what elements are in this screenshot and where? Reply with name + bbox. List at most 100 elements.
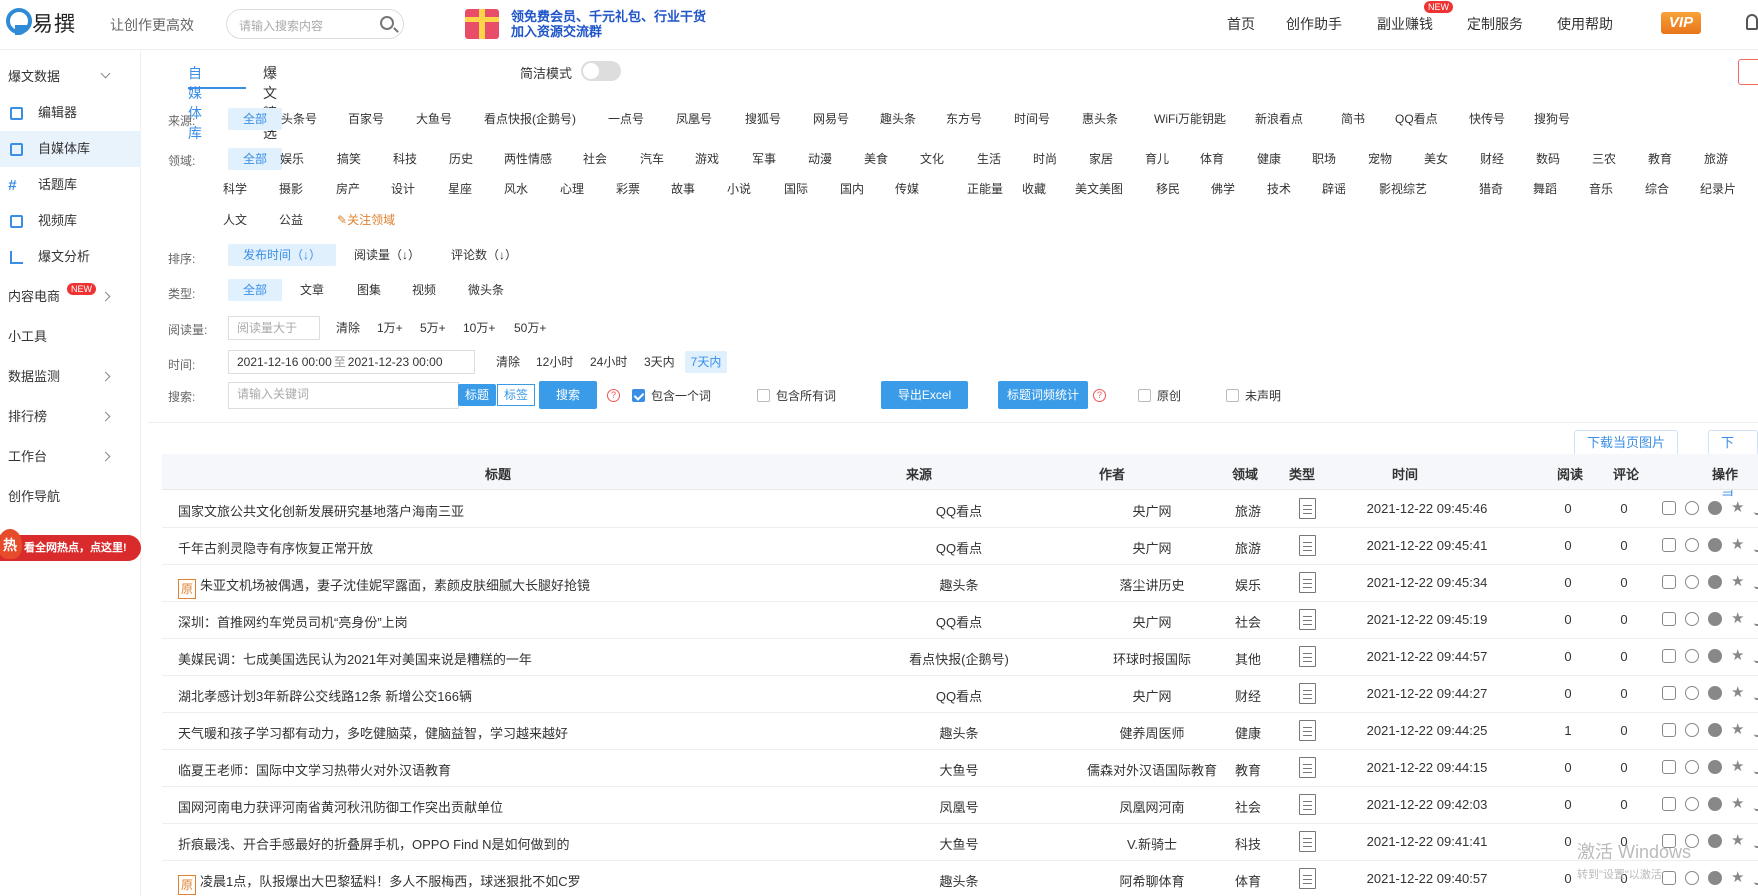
star-icon[interactable]: ★ <box>1731 685 1745 700</box>
download-icon[interactable] <box>1754 723 1758 737</box>
article-title-link[interactable]: 国家文旅公共文化创新发展研究基地落户海南三亚 <box>178 501 464 520</box>
td-source[interactable]: 大鱼号 <box>899 834 1019 853</box>
domain-option[interactable]: 时尚 <box>1033 148 1057 170</box>
source-option[interactable]: 新浪看点 <box>1255 108 1303 130</box>
edit-icon[interactable] <box>1662 501 1676 515</box>
td-author[interactable]: 央广网 <box>1062 501 1242 520</box>
nav-home[interactable]: 首页 <box>1227 14 1255 34</box>
nav-side-income[interactable]: 副业赚钱 <box>1377 14 1433 34</box>
table-row[interactable]: 国家文旅公共文化创新发展研究基地落户海南三亚 QQ看点 央广网 旅游 2021-12-2… <box>162 491 1758 528</box>
star-icon[interactable]: ★ <box>1731 574 1745 589</box>
time-clear[interactable]: 清除 <box>496 351 520 373</box>
type-video[interactable]: 视频 <box>412 279 436 301</box>
domain-option[interactable]: 传媒 <box>895 178 919 200</box>
domain-option[interactable]: 科技 <box>393 148 417 170</box>
source-option[interactable]: 惠头条 <box>1082 108 1118 130</box>
star-icon[interactable]: ★ <box>1731 648 1745 663</box>
keyword-input[interactable]: 请输入关键词 <box>228 382 459 409</box>
edit-icon[interactable] <box>1662 538 1676 552</box>
settings-icon[interactable] <box>1708 760 1722 774</box>
edit-icon[interactable] <box>1662 649 1676 663</box>
domain-option[interactable]: 财经 <box>1480 148 1504 170</box>
td-source[interactable]: QQ看点 <box>899 538 1019 557</box>
domain-option[interactable]: 收藏 <box>1022 178 1046 200</box>
domain-option[interactable]: 国内 <box>840 178 864 200</box>
time-7d[interactable]: 7天内 <box>685 351 727 373</box>
source-option[interactable]: 一点号 <box>608 108 644 130</box>
help-icon[interactable]: ? <box>1093 389 1106 402</box>
domain-option[interactable]: 娱乐 <box>280 148 304 170</box>
article-title-link[interactable]: 原凌晨1点，队报爆出大巴黎猛料！多人不服梅西，球迷狠批不如C罗 <box>178 871 581 895</box>
contains-one-checkbox[interactable] <box>632 389 645 402</box>
sidebar-item-analysis[interactable]: 爆文分析 <box>0 239 141 275</box>
settings-icon[interactable] <box>1708 501 1722 515</box>
source-option[interactable]: 看点快报(企鹅号) <box>484 108 576 130</box>
time-24h[interactable]: 24小时 <box>590 351 627 373</box>
domain-option[interactable]: 动漫 <box>808 148 832 170</box>
domain-option[interactable]: 摄影 <box>279 178 303 200</box>
article-title-link[interactable]: 湖北孝感计划3年新辟公交线路12条 新增公交166辆 <box>178 686 472 705</box>
source-option[interactable]: 全部 <box>228 108 282 130</box>
sidebar-item-monitoring[interactable]: 数据监测 <box>0 359 141 395</box>
source-option[interactable]: 凤凰号 <box>676 108 712 130</box>
domain-option[interactable]: 社会 <box>583 148 607 170</box>
sidebar-item-workspace[interactable]: 工作台 <box>0 439 141 475</box>
collapse-button[interactable] <box>1738 59 1758 85</box>
article-title-link[interactable]: 千年古刹灵隐寺有序恢复正常开放 <box>178 538 373 557</box>
read-clear[interactable]: 清除 <box>336 317 360 339</box>
export-excel-button[interactable]: 导出Excel <box>881 381 968 409</box>
read-50k[interactable]: 5万+ <box>420 317 446 339</box>
sidebar-item-navigation[interactable]: 创作导航 <box>0 479 141 515</box>
domain-option[interactable]: 旅游 <box>1704 148 1728 170</box>
settings-icon[interactable] <box>1708 723 1722 737</box>
domain-option[interactable]: 技术 <box>1267 178 1291 200</box>
sort-by-reads[interactable]: 阅读量（↓） <box>354 244 420 266</box>
td-author[interactable]: 央广网 <box>1062 612 1242 631</box>
article-title-link[interactable]: 国网河南电力获评河南省黄河秋汛防御工作突出贡献单位 <box>178 797 503 816</box>
table-row[interactable]: 湖北孝感计划3年新辟公交线路12条 新增公交166辆 QQ看点 央广网 财经 2021-… <box>162 676 1758 713</box>
hot-topics-banner[interactable]: 热 看全网热点，点这里! <box>0 529 141 561</box>
domain-option[interactable]: 生活 <box>977 148 1001 170</box>
settings-icon[interactable] <box>1708 871 1722 885</box>
domain-option[interactable]: 全部 <box>228 148 282 170</box>
table-row[interactable]: 天气暖和孩子学习都有动力，多吃健脑菜，健脑益智，学习越来越好 趣头条 健养周医师 健康… <box>162 713 1758 750</box>
edit-icon[interactable] <box>1662 686 1676 700</box>
domain-option[interactable]: 游戏 <box>695 148 719 170</box>
td-author[interactable]: 健养周医师 <box>1062 723 1242 742</box>
link-icon[interactable] <box>1685 760 1699 774</box>
article-title-link[interactable]: 折痕最浅、开合手感最好的折叠屏手机，OPPO Find N是如何做到的 <box>178 834 569 853</box>
sort-by-time[interactable]: 发布时间（↓） <box>228 244 336 266</box>
source-option[interactable]: 时间号 <box>1014 108 1050 130</box>
domain-option[interactable]: 搞笑 <box>337 148 361 170</box>
source-option[interactable]: 东方号 <box>946 108 982 130</box>
download-icon[interactable] <box>1754 871 1758 885</box>
edit-icon[interactable] <box>1662 575 1676 589</box>
search-button[interactable]: 搜索 <box>539 381 597 409</box>
sort-by-comments[interactable]: 评论数（↓） <box>451 244 517 266</box>
table-row[interactable]: 深圳：首推网约车党员司机“亮身份”上岗 QQ看点 央广网 社会 2021-12-22 0… <box>162 602 1758 639</box>
search-icon[interactable] <box>380 16 394 30</box>
domain-option[interactable]: 心理 <box>560 178 584 200</box>
sidebar-item-media-library[interactable]: 自媒体库 <box>0 131 141 167</box>
nav-custom-service[interactable]: 定制服务 <box>1467 14 1523 34</box>
link-icon[interactable] <box>1685 575 1699 589</box>
domain-option[interactable]: 人文 <box>223 209 247 231</box>
domain-option[interactable]: 猎奇 <box>1479 178 1503 200</box>
domain-option[interactable]: 设计 <box>391 178 415 200</box>
article-title-link[interactable]: 临夏王老师：国际中文学习热带火对外汉语教育 <box>178 760 451 779</box>
td-author[interactable]: 央广网 <box>1062 538 1242 557</box>
settings-icon[interactable] <box>1708 538 1722 552</box>
table-row[interactable]: 千年古刹灵隐寺有序恢复正常开放 QQ看点 央广网 旅游 2021-12-22 09:45… <box>162 528 1758 565</box>
contains-all-checkbox[interactable] <box>757 389 770 402</box>
article-title-link[interactable]: 美媒民调：七成美国选民认为2021年对美国来说是糟糕的一年 <box>178 649 532 668</box>
type-article[interactable]: 文章 <box>300 279 324 301</box>
original-checkbox[interactable] <box>1138 389 1151 402</box>
domain-option[interactable]: 故事 <box>671 178 695 200</box>
download-icon[interactable] <box>1754 760 1758 774</box>
table-row[interactable]: 国网河南电力获评河南省黄河秋汛防御工作突出贡献单位 凤凰号 凤凰网河南 社会 2021-… <box>162 787 1758 824</box>
type-micro[interactable]: 微头条 <box>468 279 504 301</box>
read-500k[interactable]: 50万+ <box>514 317 546 339</box>
source-option[interactable]: 简书 <box>1341 108 1365 130</box>
domain-option[interactable]: 移民 <box>1156 178 1180 200</box>
keyword-tab-title[interactable]: 标题 <box>458 384 496 406</box>
